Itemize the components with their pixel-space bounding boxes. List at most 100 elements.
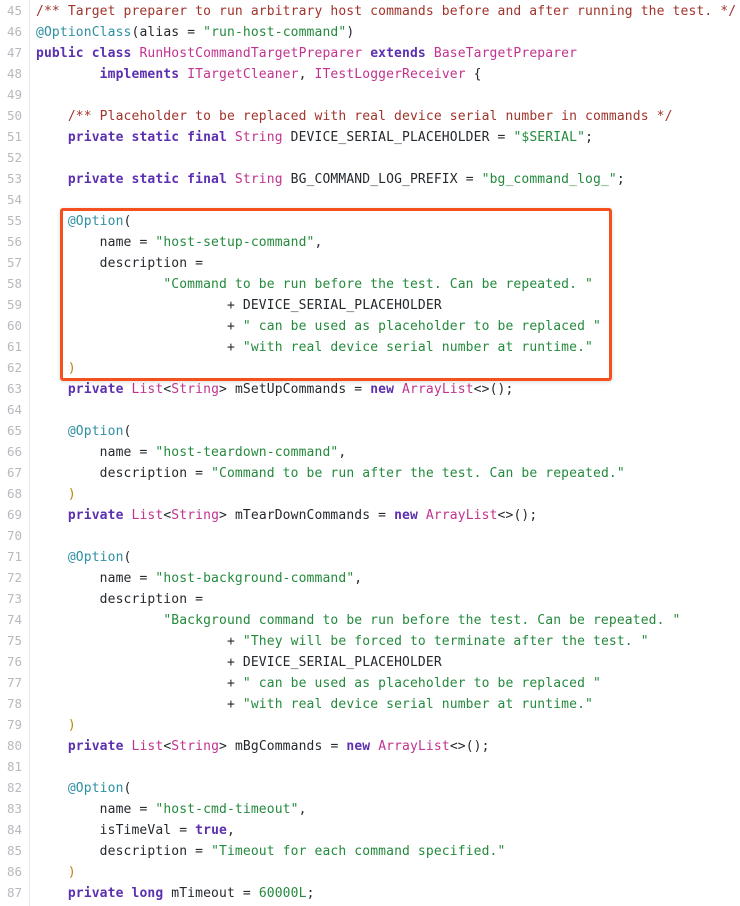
code-line[interactable]: 61 + "with real device serial number at … bbox=[0, 336, 740, 357]
code-line[interactable]: 81 bbox=[0, 756, 740, 777]
line-number: 58 bbox=[6, 276, 22, 291]
token-kw: new bbox=[370, 382, 403, 397]
token-op: = bbox=[195, 844, 212, 859]
token-type: String bbox=[234, 130, 283, 145]
line-content: @Option( bbox=[36, 211, 132, 232]
token-str: "Timeout for each command specified." bbox=[211, 844, 506, 859]
token-type: ArrayList bbox=[402, 382, 474, 397]
line-content: name = "host-background-command", bbox=[36, 568, 362, 589]
code-line[interactable]: 58 "Command to be run before the test. C… bbox=[0, 273, 740, 294]
code-line[interactable]: 78 + "with real device serial number at … bbox=[0, 693, 740, 714]
line-number: 48 bbox=[6, 66, 22, 81]
code-line[interactable]: 67 description = "Command to be run afte… bbox=[0, 462, 740, 483]
line-content: + " can be used as placeholder to be rep… bbox=[36, 316, 601, 337]
token-plain: name bbox=[36, 235, 140, 250]
line-number: 62 bbox=[6, 360, 22, 375]
code-line[interactable]: 77 + " can be used as placeholder to be … bbox=[0, 672, 740, 693]
code-line[interactable]: 84 isTimeVal = true, bbox=[0, 819, 740, 840]
token-plain: ) bbox=[346, 25, 355, 40]
token-op: = bbox=[139, 235, 156, 250]
token-op: = bbox=[187, 25, 204, 40]
code-line[interactable]: 65 @Option( bbox=[0, 420, 740, 441]
token-str: "They will be forced to terminate after … bbox=[242, 634, 649, 649]
token-kw: private bbox=[67, 508, 132, 523]
line-content: private static final String BG_COMMAND_L… bbox=[36, 169, 625, 190]
code-line[interactable]: 60 + " can be used as placeholder to be … bbox=[0, 315, 740, 336]
code-line[interactable]: 62 ) bbox=[0, 357, 740, 378]
token-plain: DEVICE_SERIAL_PLACEHOLDER bbox=[242, 655, 442, 670]
code-line[interactable]: 64 bbox=[0, 399, 740, 420]
token-gold: ) bbox=[67, 865, 76, 880]
code-line[interactable]: 47 public class RunHostCommandTargetPrepa… bbox=[0, 42, 740, 63]
code-line[interactable]: 80 private List<String> mBgCommands = ne… bbox=[0, 735, 740, 756]
code-line[interactable]: 83 name = "host-cmd-timeout", bbox=[0, 798, 740, 819]
token-kw: extends bbox=[362, 46, 434, 61]
code-line[interactable]: 48 implements ITargetCleaner, ITestLogge… bbox=[0, 63, 740, 84]
token-plain: > mSetUpCommands bbox=[219, 382, 355, 397]
line-content: name = "host-setup-command", bbox=[36, 232, 323, 253]
token-type: ArrayList bbox=[378, 739, 450, 754]
code-line[interactable]: 53 private static final String BG_COMMAN… bbox=[0, 168, 740, 189]
token-plain: , bbox=[298, 802, 307, 817]
token-plain: ( bbox=[123, 424, 132, 439]
token-kw: implements bbox=[99, 67, 188, 82]
code-line[interactable]: 56 name = "host-setup-command", bbox=[0, 231, 740, 252]
code-line[interactable]: 71 @Option( bbox=[0, 546, 740, 567]
code-line[interactable]: 63 private List<String> mSetUpCommands =… bbox=[0, 378, 740, 399]
code-line[interactable]: 57 description = bbox=[0, 252, 740, 273]
code-line[interactable]: 76 + DEVICE_SERIAL_PLACEHOLDER bbox=[0, 651, 740, 672]
code-line[interactable]: 45 /** Target preparer to run arbitrary h… bbox=[0, 0, 740, 21]
code-line[interactable]: 85 description = "Timeout for each comma… bbox=[0, 840, 740, 861]
code-line[interactable]: 51 private static final String DEVICE_SE… bbox=[0, 126, 740, 147]
code-line[interactable]: 70 bbox=[0, 525, 740, 546]
code-line[interactable]: 49 bbox=[0, 84, 740, 105]
code-line[interactable]: 72 name = "host-background-command", bbox=[0, 567, 740, 588]
token-gold: ) bbox=[67, 361, 76, 376]
line-number: 75 bbox=[6, 633, 22, 648]
token-kw: public class bbox=[36, 46, 140, 61]
code-line[interactable]: 68 ) bbox=[0, 483, 740, 504]
line-number: 77 bbox=[6, 675, 22, 690]
code-line[interactable]: 74 "Background command to be run before … bbox=[0, 609, 740, 630]
line-number: 63 bbox=[6, 381, 22, 396]
code-line[interactable]: 55 @Option( bbox=[0, 210, 740, 231]
line-content: @Option( bbox=[36, 421, 132, 442]
line-content: @OptionClass(alias = "run-host-command") bbox=[36, 22, 354, 43]
code-line[interactable]: 66 name = "host-teardown-command", bbox=[0, 441, 740, 462]
token-plain: <>(); bbox=[497, 508, 538, 523]
code-line[interactable]: 69 private List<String> mTearDownCommand… bbox=[0, 504, 740, 525]
code-line[interactable]: 82 @Option( bbox=[0, 777, 740, 798]
code-line[interactable]: 54 bbox=[0, 189, 740, 210]
line-content: ) bbox=[36, 715, 76, 736]
token-plain: > mBgCommands bbox=[219, 739, 331, 754]
token-op: = bbox=[139, 445, 156, 460]
line-content: @Option( bbox=[36, 547, 132, 568]
line-number: 51 bbox=[6, 129, 22, 144]
code-line[interactable]: 87 private long mTimeout = 60000L; bbox=[0, 882, 740, 903]
line-content: private List<String> mTearDownCommands =… bbox=[36, 505, 537, 526]
code-line[interactable]: 52 bbox=[0, 147, 740, 168]
token-op: = bbox=[179, 823, 196, 838]
token-op: = bbox=[497, 130, 514, 145]
line-number: 71 bbox=[6, 549, 22, 564]
code-viewer[interactable]: 45 /** Target preparer to run arbitrary h… bbox=[0, 0, 740, 906]
code-line[interactable]: 75 + "They will be forced to terminate a… bbox=[0, 630, 740, 651]
line-number: 49 bbox=[6, 87, 22, 102]
token-gold: ) bbox=[67, 487, 76, 502]
code-line[interactable]: 46 @OptionClass(alias = "run-host-command… bbox=[0, 21, 740, 42]
code-line[interactable]: 59 + DEVICE_SERIAL_PLACEHOLDER bbox=[0, 294, 740, 315]
code-line[interactable]: 79 ) bbox=[0, 714, 740, 735]
code-line[interactable]: 50 /** Placeholder to be replaced with r… bbox=[0, 105, 740, 126]
code-line[interactable]: 86 ) bbox=[0, 861, 740, 882]
line-number: 74 bbox=[6, 612, 22, 627]
code-line[interactable]: 73 description = bbox=[0, 588, 740, 609]
token-plain: ; bbox=[616, 172, 625, 187]
token-op: = bbox=[139, 802, 156, 817]
